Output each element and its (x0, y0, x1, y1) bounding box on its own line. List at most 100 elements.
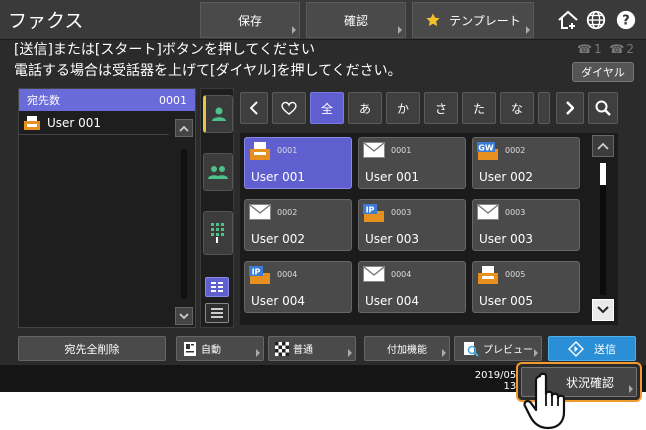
favorites-tab[interactable] (272, 92, 306, 124)
ip-fax-icon: IP (363, 204, 385, 222)
keypad-mode-button[interactable] (203, 211, 233, 255)
chevron-right-icon (566, 101, 574, 115)
scrollbar-track[interactable] (181, 149, 187, 299)
group-mode-button[interactable] (203, 153, 233, 191)
save-label: 保存 (237, 13, 262, 28)
group-icon (208, 166, 228, 179)
delete-all-destinations-button[interactable]: 宛先全削除 (18, 336, 166, 361)
heart-icon (281, 101, 297, 115)
submenu-indicator-icon (629, 385, 633, 393)
address-card[interactable]: 0001 User 001 (244, 137, 352, 189)
list-view-button[interactable] (205, 303, 229, 323)
index-tab-ka[interactable]: か (386, 92, 420, 124)
email-icon (477, 204, 499, 221)
template-button[interactable]: テンプレート (412, 2, 534, 38)
globe-icon[interactable] (580, 4, 612, 36)
svg-text:IP: IP (366, 206, 375, 215)
address-card[interactable]: 0001 User 001 (358, 137, 466, 189)
send-button[interactable]: 送信 (548, 336, 636, 361)
confirm-label: 確認 (343, 13, 368, 28)
auto-doc-icon (184, 341, 196, 356)
index-tab-ta[interactable]: た (462, 92, 496, 124)
address-card[interactable]: 0005 User 005 (472, 261, 580, 313)
preview-icon (464, 341, 479, 357)
line-indicator: ☎1 ☎2 (577, 42, 636, 56)
fax-screen: ファクス 保存 確認 テンプレート ? [送信]または[スタート]ボタンを押して… (0, 0, 646, 392)
destination-item[interactable]: User 001 (19, 111, 169, 135)
card-name: User 001 (365, 170, 420, 184)
instruction-message: [送信]または[スタート]ボタンを押してください 電話する場合は受話器を上げて[… (14, 40, 402, 82)
address-card[interactable]: IP 0004 User 004 (244, 261, 352, 313)
index-tab-sa[interactable]: さ (424, 92, 458, 124)
card-name: User 002 (251, 232, 306, 246)
card-name: User 004 (365, 294, 420, 308)
destination-count-label: 宛先数 (27, 94, 60, 107)
email-icon (363, 266, 385, 283)
destination-count: 0001 (159, 93, 187, 107)
card-name: User 003 (365, 232, 420, 246)
preview-button[interactable]: プレビュー (454, 336, 542, 361)
card-name: User 003 (479, 232, 534, 246)
grid-scrollbar-thumb[interactable] (600, 163, 606, 185)
destination-list: 宛先数 0001 User 001 (18, 88, 196, 328)
scroll-up-button[interactable] (175, 119, 193, 137)
card-number: 0003 (505, 208, 526, 217)
instruction-line-1: [送信]または[スタート]ボタンを押してください (14, 42, 316, 58)
submenu-indicator-icon (256, 349, 260, 357)
index-tab-a[interactable]: あ (348, 92, 382, 124)
additional-functions-button[interactable]: 付加機能 (364, 336, 450, 361)
address-card[interactable]: IP 0003 User 003 (358, 199, 466, 251)
index-prev-button[interactable] (240, 92, 268, 124)
card-number: 0001 (391, 146, 412, 155)
star-icon (426, 13, 440, 27)
instruction-line-2: 電話する場合は受話器を上げて[ダイヤル]を押してください。 (14, 63, 402, 79)
card-number: 0004 (391, 270, 412, 279)
app-title: ファクス (8, 10, 84, 32)
start-diamond-icon (568, 340, 584, 357)
pointing-hand-icon (523, 372, 566, 430)
submenu-indicator-icon (292, 26, 296, 34)
chevron-down-icon (179, 312, 189, 319)
svg-text:?: ? (622, 14, 629, 29)
card-number: 0005 (505, 270, 526, 279)
auto-mode-button[interactable]: 自動 (176, 336, 264, 361)
grid-scrollbar-track[interactable] (600, 185, 606, 295)
submenu-indicator-icon (398, 26, 402, 34)
address-card[interactable]: GW 0002 User 002 (472, 137, 580, 189)
destination-item-label: User 001 (47, 115, 102, 130)
gateway-fax-icon: GW (477, 142, 499, 160)
submenu-indicator-icon (348, 349, 352, 357)
grid-scroll-down-button[interactable] (592, 299, 614, 321)
index-tab-partial[interactable] (538, 92, 550, 124)
keypad-icon (211, 223, 224, 243)
svg-text:GW: GW (478, 144, 494, 153)
scroll-down-button[interactable] (175, 307, 193, 325)
search-button[interactable] (588, 92, 618, 124)
card-number: 0001 (277, 146, 298, 155)
address-card[interactable]: 0004 User 004 (358, 261, 466, 313)
save-button[interactable]: 保存 (200, 2, 300, 38)
list-view-icon (211, 308, 223, 318)
resolution-button[interactable]: 普通 (268, 336, 356, 361)
index-tab-na[interactable]: な (500, 92, 534, 124)
index-next-button[interactable] (556, 92, 584, 124)
card-number: 0003 (391, 208, 412, 217)
chevron-down-icon (597, 306, 609, 314)
card-name: User 005 (479, 294, 534, 308)
index-tab-all[interactable]: 全 (310, 92, 344, 124)
ip-fax-icon: IP (249, 266, 271, 284)
dial-button[interactable]: ダイヤル (572, 62, 634, 82)
chevron-up-icon (597, 142, 609, 150)
fax-icon (477, 266, 499, 284)
destination-count-header: 宛先数 0001 (19, 89, 195, 111)
address-card[interactable]: 0003 User 003 (472, 199, 580, 251)
help-icon[interactable]: ? (610, 4, 642, 36)
single-contact-mode-button[interactable] (203, 95, 233, 133)
fax-icon (24, 115, 40, 130)
address-card[interactable]: 0002 User 002 (244, 199, 352, 251)
tile-view-button[interactable] (205, 277, 229, 297)
grid-scroll-up-button[interactable] (592, 135, 614, 157)
checkered-resolution-icon (275, 341, 289, 356)
chevron-up-icon (179, 125, 189, 132)
confirm-button[interactable]: 確認 (306, 2, 406, 38)
